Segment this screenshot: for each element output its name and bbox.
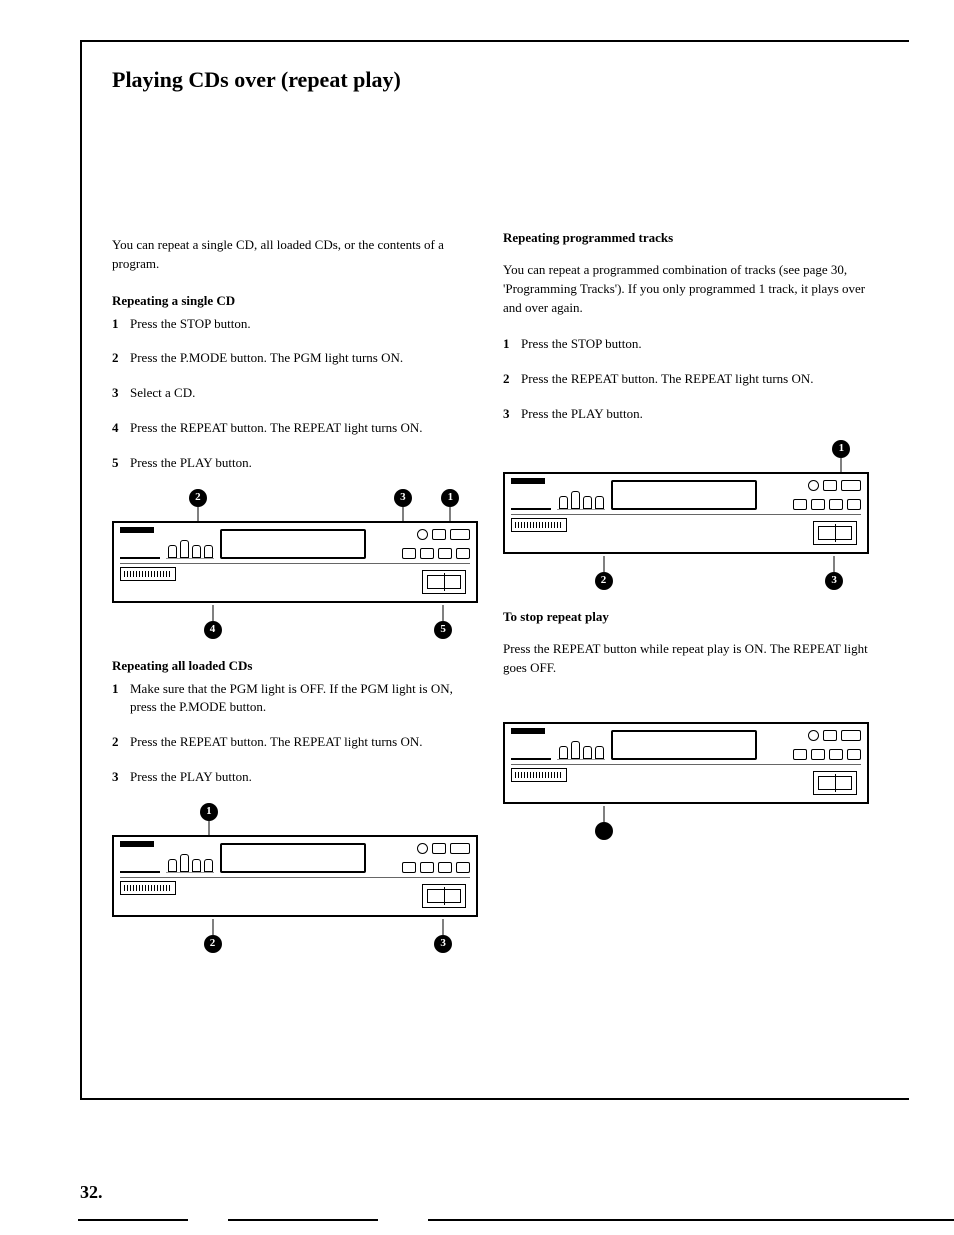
- step-number: 3: [503, 405, 521, 424]
- callout-marker: 1: [832, 440, 850, 458]
- step-text: Press the PLAY button.: [130, 768, 478, 787]
- callout-marker: 1: [200, 803, 218, 821]
- callout-marker: 3: [434, 935, 452, 953]
- brand-plate: [120, 529, 160, 559]
- step-number: 4: [112, 419, 130, 438]
- page-title: Playing CDs over (repeat play): [112, 67, 869, 93]
- page-frame: Playing CDs over (repeat play) You can r…: [80, 40, 909, 1100]
- step-text: Press the PLAY button.: [130, 454, 478, 473]
- callout-marker: 2: [189, 489, 207, 507]
- step-number: 3: [112, 384, 130, 403]
- device-illustration: [503, 722, 869, 804]
- device-illustration: [112, 521, 478, 603]
- figure-repeat-programmed: 1: [503, 440, 869, 590]
- steps-repeat-all: 1Make sure that the PGM light is OFF. If…: [112, 680, 478, 787]
- step-text: Press the STOP button.: [130, 315, 478, 334]
- heading-repeat-single: Repeating a single CD: [112, 292, 478, 311]
- step-number: 2: [503, 370, 521, 389]
- device-illustration: [503, 472, 869, 554]
- step-text: Press the REPEAT button. The REPEAT ligh…: [521, 370, 869, 389]
- callout-marker: 4: [204, 621, 222, 639]
- callout-marker: 3: [394, 489, 412, 507]
- callout-marker: [595, 822, 613, 840]
- heading-repeat-programmed: Repeating programmed tracks: [503, 229, 869, 248]
- callout-marker: 1: [441, 489, 459, 507]
- figure-repeat-all: 1: [112, 803, 478, 953]
- step-text: Make sure that the PGM light is OFF. If …: [130, 680, 478, 718]
- intro-programmed: You can repeat a programmed combination …: [503, 261, 869, 318]
- footer-rule: [78, 1219, 954, 1221]
- figure-stop-repeat: [503, 690, 869, 840]
- page-number: 32.: [80, 1182, 103, 1203]
- right-column: Repeating programmed tracks You can repe…: [503, 223, 869, 971]
- steps-repeat-programmed: 1Press the STOP button. 2Press the REPEA…: [503, 335, 869, 424]
- device-illustration: [112, 835, 478, 917]
- step-number: 1: [112, 315, 130, 334]
- step-number: 2: [112, 733, 130, 752]
- heading-stop-repeat: To stop repeat play: [503, 608, 869, 627]
- callout-marker: 2: [595, 572, 613, 590]
- step-number: 3: [112, 768, 130, 787]
- step-number: 1: [503, 335, 521, 354]
- step-text: Select a CD.: [130, 384, 478, 403]
- step-text: Press the PLAY button.: [521, 405, 869, 424]
- step-number: 1: [112, 680, 130, 718]
- step-text: Press the P.MODE button. The PGM light t…: [130, 349, 478, 368]
- callout-marker: 3: [825, 572, 843, 590]
- callout-marker: 2: [204, 935, 222, 953]
- step-text: Press the REPEAT button. The REPEAT ligh…: [130, 419, 478, 438]
- steps-repeat-single: 1Press the STOP button. 2Press the P.MOD…: [112, 315, 478, 473]
- intro-text: You can repeat a single CD, all loaded C…: [112, 236, 478, 274]
- step-number: 2: [112, 349, 130, 368]
- left-column: You can repeat a single CD, all loaded C…: [112, 223, 478, 971]
- callout-marker: 5: [434, 621, 452, 639]
- body-stop-repeat: Press the REPEAT button while repeat pla…: [503, 640, 869, 678]
- step-text: Press the STOP button.: [521, 335, 869, 354]
- figure-repeat-single: 2 3 1: [112, 489, 478, 639]
- step-text: Press the REPEAT button. The REPEAT ligh…: [130, 733, 478, 752]
- heading-repeat-all: Repeating all loaded CDs: [112, 657, 478, 676]
- step-number: 5: [112, 454, 130, 473]
